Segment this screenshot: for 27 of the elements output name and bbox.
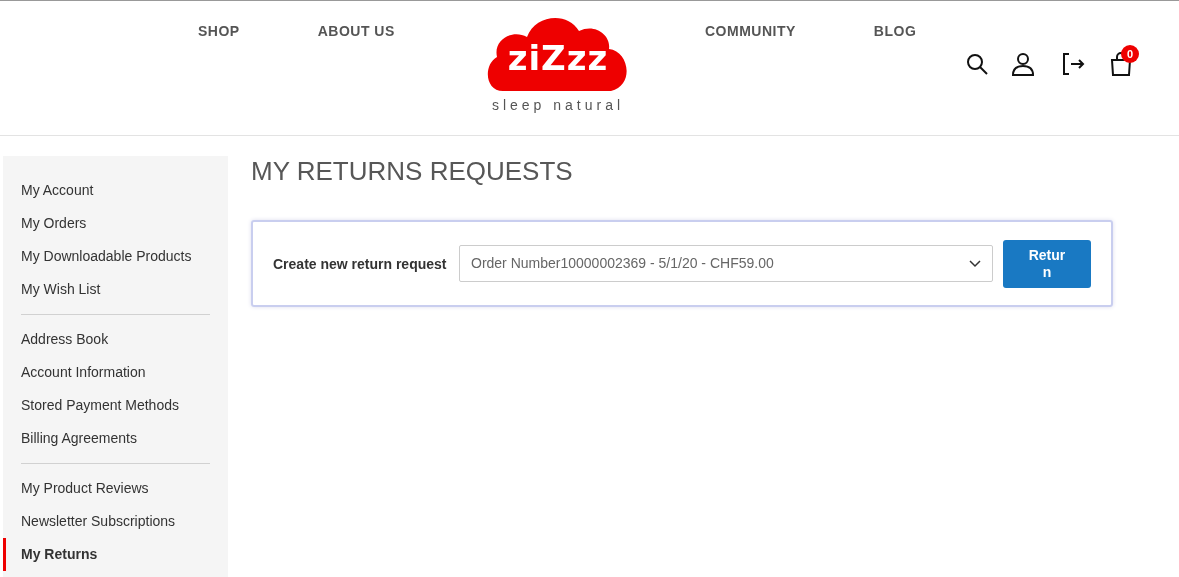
sidebar-link[interactable]: My Account <box>3 174 228 207</box>
sidebar-link[interactable]: My Returns <box>3 538 228 571</box>
sidebar-link[interactable]: Billing Agreements <box>3 422 228 455</box>
sidebar-link[interactable]: My Orders <box>3 207 228 240</box>
nav-link[interactable]: BLOG <box>873 21 917 42</box>
sidebar-link[interactable]: Address Book <box>3 323 228 356</box>
nav-link[interactable]: ABOUT US <box>317 21 395 42</box>
search-icon[interactable] <box>965 52 989 76</box>
shopping-bag-icon[interactable] <box>1109 51 1133 77</box>
chevron-down-icon <box>969 259 981 268</box>
sidebar-link[interactable]: My Product Reviews <box>3 472 228 505</box>
nav-link[interactable]: COMMUNITY <box>705 21 796 42</box>
logo-text: ziZzz <box>506 41 610 75</box>
sidebar-link[interactable]: My Wish List <box>3 273 228 306</box>
cart-count-badge: 0 <box>1121 45 1139 63</box>
page-title: MY RETURNS REQUESTS <box>251 155 574 188</box>
sidebar-link[interactable]: Account Information <box>3 356 228 389</box>
return-button[interactable]: Return <box>1003 239 1091 288</box>
return-request-label: Create new return request <box>273 254 448 274</box>
sidebar-link[interactable]: My Downloadable Products <box>3 240 228 273</box>
sidebar-link[interactable]: Stored Payment Methods <box>3 389 228 422</box>
nav-link[interactable]: SHOP <box>198 21 240 42</box>
user-icon[interactable] <box>1011 52 1035 76</box>
order-select[interactable]: Order Number10000002369 - 5/1/20 - CHF59.00 <box>459 245 993 282</box>
logout-icon[interactable] <box>1061 52 1085 76</box>
logo-tagline: sleep natural <box>491 96 625 115</box>
sidebar-link[interactable]: Newsletter Subscriptions <box>3 505 228 538</box>
